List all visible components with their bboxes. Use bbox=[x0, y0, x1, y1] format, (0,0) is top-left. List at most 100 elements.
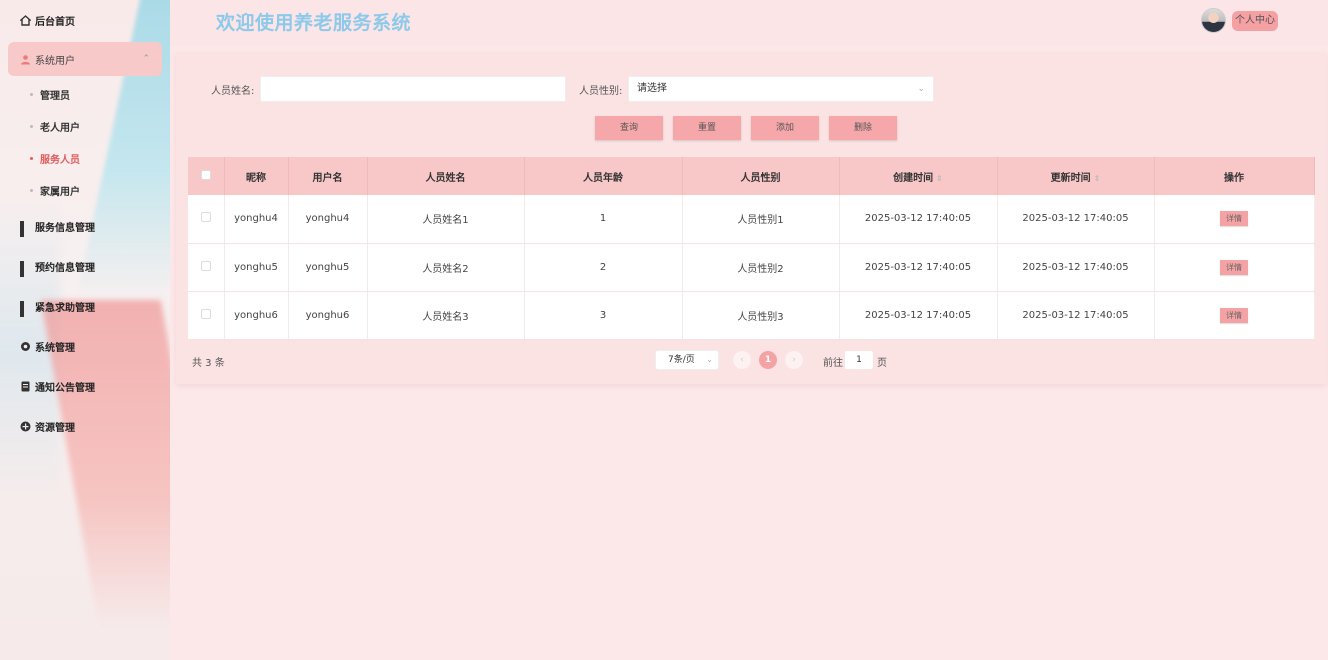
cell-age: 1 bbox=[524, 195, 683, 244]
chevron-down-icon: ⌄ bbox=[706, 355, 713, 364]
sidebar-subitem-label: 管理员 bbox=[40, 90, 70, 102]
sidebar-item-resource-management[interactable]: 资源管理 bbox=[0, 406, 170, 446]
cell-action: 详情 bbox=[1154, 243, 1315, 292]
cell-username: yonghu6 bbox=[288, 291, 368, 340]
total-count: 共 3 条 bbox=[192, 358, 225, 369]
column-header-label: 创建时间 bbox=[893, 172, 934, 184]
page-number-button[interactable]: 1 bbox=[759, 351, 777, 369]
sidebar-item-label: 服务信息管理 bbox=[35, 222, 95, 234]
cell-age: 3 bbox=[524, 291, 683, 340]
column-header: 人员姓名 bbox=[367, 157, 525, 195]
column-header: 昵称 bbox=[224, 157, 289, 195]
column-header: 人员年龄 bbox=[524, 157, 683, 195]
sidebar-subitem-label: 服务人员 bbox=[40, 154, 80, 166]
next-page-button[interactable]: › bbox=[785, 351, 803, 369]
sidebar-item-home[interactable]: 后台首页 bbox=[0, 0, 170, 40]
sidebar-item-appointment-info[interactable]: 预约信息管理 bbox=[0, 246, 170, 286]
table-row: yonghu4 yonghu4 人员姓名1 1 人员性别1 2025-03-12… bbox=[188, 195, 1315, 244]
avatar[interactable] bbox=[1201, 8, 1226, 33]
row-checkbox[interactable] bbox=[200, 308, 211, 319]
grid-icon bbox=[20, 300, 31, 317]
document-icon bbox=[20, 381, 31, 392]
sidebar-item-system-management[interactable]: 系统管理 bbox=[0, 326, 170, 366]
sidebar-item-label: 紧急求助管理 bbox=[35, 302, 95, 314]
user-center-button[interactable]: 个人中心 bbox=[1232, 11, 1278, 31]
sort-icon[interactable]: ⇕ bbox=[936, 174, 943, 183]
grid-icon bbox=[20, 260, 31, 277]
name-label: 人员姓名: bbox=[211, 86, 255, 97]
add-button[interactable]: 添加 bbox=[751, 116, 819, 140]
sidebar-item-label: 资源管理 bbox=[35, 422, 75, 434]
gear-icon bbox=[20, 341, 31, 352]
cell-gender: 人员性别2 bbox=[682, 243, 840, 292]
row-checkbox[interactable] bbox=[200, 212, 211, 223]
staff-table: 昵称 用户名 人员姓名 人员年龄 人员性别 创建时间 ⇕ 更新时间 ⇕ 操作 yon… bbox=[188, 157, 1315, 340]
cell-name: 人员姓名2 bbox=[367, 243, 525, 292]
sidebar-item-label: 系统管理 bbox=[35, 342, 75, 354]
table-row: yonghu6 yonghu6 人员姓名3 3 人员性别3 2025-03-12… bbox=[188, 291, 1315, 340]
sidebar-item-label: 预约信息管理 bbox=[35, 262, 95, 274]
reset-button[interactable]: 重置 bbox=[673, 116, 741, 140]
user-icon bbox=[20, 54, 31, 65]
sidebar-item-service-info[interactable]: 服务信息管理 bbox=[0, 206, 170, 246]
cell-updated: 2025-03-12 17:40:05 bbox=[997, 243, 1155, 292]
bullet-icon bbox=[30, 156, 33, 160]
cell-created: 2025-03-12 17:40:05 bbox=[839, 291, 998, 340]
cell-username: yonghu4 bbox=[288, 195, 368, 244]
cell-gender: 人员性别3 bbox=[682, 291, 840, 340]
sort-icon[interactable]: ⇕ bbox=[1094, 174, 1101, 183]
row-select-cell[interactable] bbox=[188, 243, 225, 292]
page-title: 欢迎使用养老服务系统 bbox=[216, 12, 412, 34]
cell-age: 2 bbox=[524, 243, 683, 292]
query-button[interactable]: 查询 bbox=[595, 116, 663, 140]
table-row: yonghu5 yonghu5 人员姓名2 2 人员性别2 2025-03-12… bbox=[188, 243, 1315, 292]
cell-username: yonghu5 bbox=[288, 243, 368, 292]
select-all-checkbox[interactable] bbox=[200, 169, 211, 180]
chevron-up-icon: ⌃ bbox=[142, 54, 150, 64]
sidebar-subitem-family-users[interactable]: 家属用户 bbox=[0, 174, 170, 206]
delete-button[interactable]: 删除 bbox=[829, 116, 897, 140]
cell-nickname: yonghu5 bbox=[224, 243, 289, 292]
sidebar-subitem-elderly-users[interactable]: 老人用户 bbox=[0, 110, 170, 142]
cell-action: 详情 bbox=[1154, 291, 1315, 340]
goto-label: 前往 bbox=[823, 358, 843, 369]
sidebar-menu: 后台首页 系统用户 ⌃ 管理员 老人用户 服务人员 家属用户 服务信息管理 预约… bbox=[0, 0, 170, 446]
bullet-icon bbox=[30, 92, 33, 96]
cell-name: 人员姓名1 bbox=[367, 195, 525, 244]
bullet-icon bbox=[30, 188, 33, 192]
detail-button[interactable]: 详情 bbox=[1220, 259, 1248, 275]
detail-button[interactable]: 详情 bbox=[1220, 211, 1248, 227]
sidebar: 后台首页 系统用户 ⌃ 管理员 老人用户 服务人员 家属用户 服务信息管理 预约… bbox=[0, 0, 170, 660]
column-header-sortable[interactable]: 创建时间 ⇕ bbox=[839, 157, 998, 195]
header: 欢迎使用养老服务系统 个人中心 bbox=[170, 0, 1328, 46]
row-select-cell[interactable] bbox=[188, 291, 225, 340]
home-icon bbox=[19, 14, 32, 26]
row-select-cell[interactable] bbox=[188, 195, 225, 244]
table-header-row: 昵称 用户名 人员姓名 人员年龄 人员性别 创建时间 ⇕ 更新时间 ⇕ 操作 bbox=[188, 157, 1315, 195]
cell-created: 2025-03-12 17:40:05 bbox=[839, 243, 998, 292]
page-size-select[interactable]: 7条/页 ⌄ bbox=[655, 350, 719, 370]
cell-created: 2025-03-12 17:40:05 bbox=[839, 195, 998, 244]
sidebar-subitem-service-staff[interactable]: 服务人员 bbox=[0, 142, 170, 174]
detail-button[interactable]: 详情 bbox=[1220, 307, 1248, 323]
sidebar-item-emergency-help[interactable]: 紧急求助管理 bbox=[0, 286, 170, 326]
sidebar-subitem-admin[interactable]: 管理员 bbox=[0, 78, 170, 110]
prev-page-button[interactable]: ‹ bbox=[733, 351, 751, 369]
select-all-cell[interactable] bbox=[188, 157, 225, 195]
search-form: 人员姓名: 人员性别: 请选择 ⌄ bbox=[176, 76, 1326, 102]
sidebar-item-label: 系统用户 bbox=[35, 55, 75, 67]
goto-page-input[interactable]: 1 bbox=[845, 351, 873, 369]
cell-nickname: yonghu4 bbox=[224, 195, 289, 244]
cell-action: 详情 bbox=[1154, 195, 1315, 244]
cell-nickname: yonghu6 bbox=[224, 291, 289, 340]
name-search-input[interactable] bbox=[260, 76, 566, 102]
gender-label: 人员性别: bbox=[579, 86, 623, 97]
sidebar-item-notice-management[interactable]: 通知公告管理 bbox=[0, 366, 170, 406]
row-checkbox[interactable] bbox=[200, 260, 211, 271]
column-header: 用户名 bbox=[288, 157, 368, 195]
gender-select[interactable]: 请选择 ⌄ bbox=[628, 76, 934, 102]
page-suffix-label: 页 bbox=[877, 358, 887, 369]
column-header-sortable[interactable]: 更新时间 ⇕ bbox=[997, 157, 1155, 195]
sidebar-item-system-users[interactable]: 系统用户 ⌃ bbox=[8, 42, 162, 76]
gender-select-value: 请选择 bbox=[637, 83, 667, 94]
